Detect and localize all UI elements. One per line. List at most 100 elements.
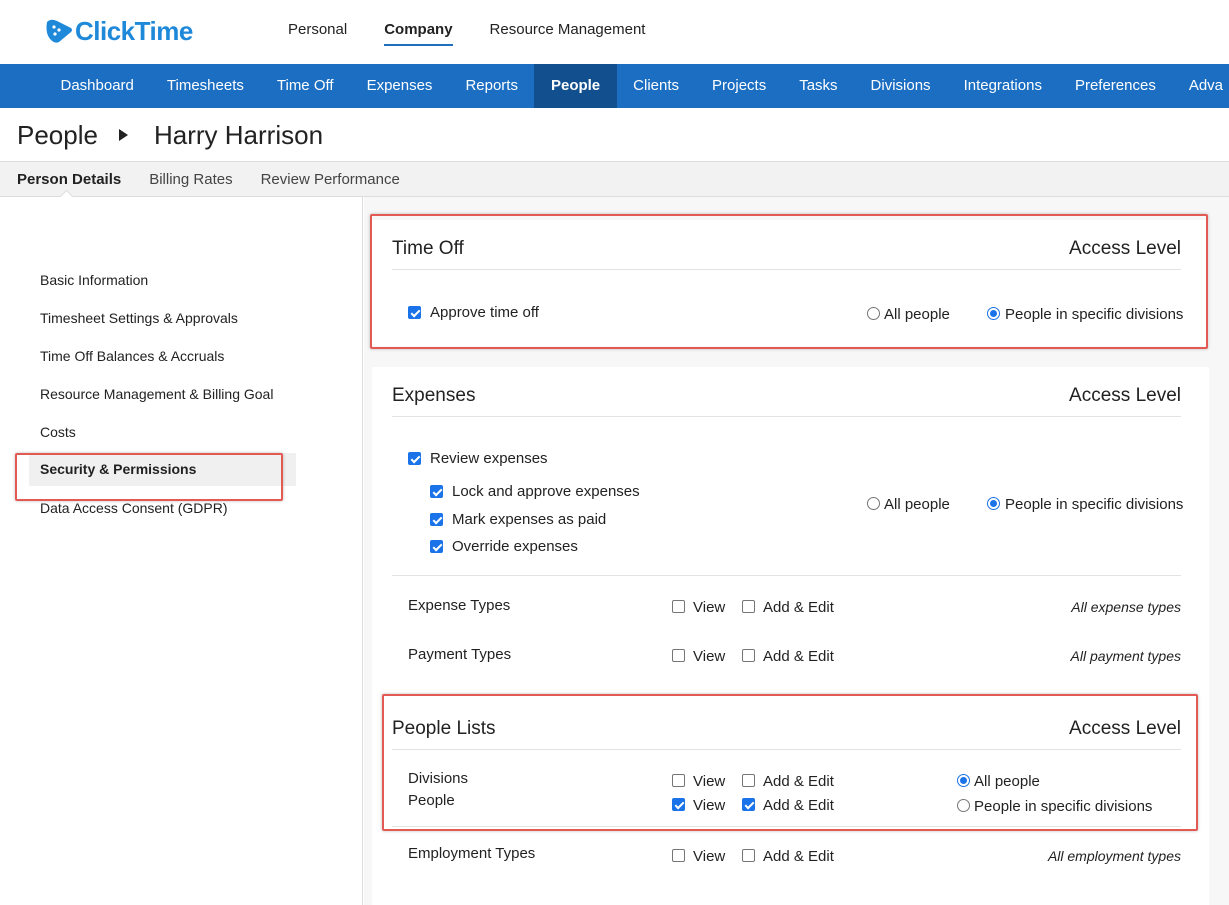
divider <box>392 575 1181 576</box>
expenses-specific-divisions-radio[interactable] <box>987 497 1000 510</box>
tab-person-details[interactable]: Person Details <box>17 162 121 196</box>
page-title-bar: People Harry Harrison <box>0 108 1229 162</box>
approve-time-off-checkbox[interactable] <box>408 306 421 319</box>
employment-types-scope: All employment types <box>1047 848 1181 864</box>
nav-preferences[interactable]: Preferences <box>1058 64 1172 108</box>
employment-types-add-edit-checkbox[interactable] <box>742 849 755 862</box>
top-nav-personal[interactable]: Personal <box>288 0 347 64</box>
logo-icon <box>46 19 72 43</box>
access-level-label: Access Level <box>1069 238 1181 259</box>
divisions-add-edit-checkbox[interactable] <box>742 774 755 787</box>
mark-paid-label: Mark expenses as paid <box>452 511 607 528</box>
expense-types-scope: All expense types <box>1071 599 1181 615</box>
access-level-label: Access Level <box>1069 385 1181 406</box>
divisions-view-checkbox[interactable] <box>672 774 685 787</box>
people-lists-title: People Lists <box>392 718 496 739</box>
divisions-label: Divisions <box>408 770 469 787</box>
review-expenses-label: Review expenses <box>430 450 548 467</box>
time-off-specific-divisions-radio[interactable] <box>987 307 1000 320</box>
payment-types-scope: All payment types <box>1070 648 1182 664</box>
employment-types-add-edit-label: Add & Edit <box>763 848 834 865</box>
nav-clients[interactable]: Clients <box>617 64 696 108</box>
people-label: People <box>408 792 455 809</box>
section-header: Time Off Access Level <box>392 220 1181 270</box>
mark-paid-checkbox[interactable] <box>430 513 443 526</box>
expense-types-add-edit-checkbox[interactable] <box>742 600 755 613</box>
expense-types-view-checkbox[interactable] <box>672 600 685 613</box>
nav-dashboard[interactable]: Dashboard <box>44 64 150 108</box>
employment-types-view-label: View <box>693 848 726 865</box>
nav-projects[interactable]: Projects <box>696 64 783 108</box>
people-add-edit-checkbox[interactable] <box>742 798 755 811</box>
expenses-all-people-radio[interactable] <box>867 497 880 510</box>
nav-reports[interactable]: Reports <box>449 64 535 108</box>
sidebar-item-timesheet-settings[interactable]: Timesheet Settings & Approvals <box>40 310 238 326</box>
nav-advanced[interactable]: Adva <box>1172 64 1229 108</box>
sidebar-item-basic-information[interactable]: Basic Information <box>40 272 148 288</box>
payment-types-view-checkbox[interactable] <box>672 649 685 662</box>
payment-types-view-label: View <box>693 648 726 665</box>
people-view-checkbox[interactable] <box>672 798 685 811</box>
top-nav: Personal Company Resource Management <box>288 0 682 64</box>
main-content: Time Off Access Level Approve time off A… <box>364 197 1229 905</box>
review-expenses-checkbox[interactable] <box>408 452 421 465</box>
sidebar-item-security-permissions[interactable]: Security & Permissions <box>29 453 296 486</box>
main-nav: Dashboard Timesheets Time Off Expenses R… <box>0 64 1229 108</box>
time-off-section: Time Off Access Level Approve time off A… <box>372 220 1209 346</box>
nav-people[interactable]: People <box>534 64 617 108</box>
top-header: ClickTime Personal Company Resource Mana… <box>0 0 1229 64</box>
section-header: Expenses Access Level <box>392 367 1181 417</box>
section-title: Time Off <box>392 238 464 259</box>
employment-types-view-checkbox[interactable] <box>672 849 685 862</box>
page-title: Harry Harrison <box>154 120 324 150</box>
payment-types-add-edit-label: Add & Edit <box>763 648 834 665</box>
nav-divisions[interactable]: Divisions <box>854 64 947 108</box>
top-nav-company[interactable]: Company <box>384 0 453 64</box>
divisions-view-label: View <box>693 773 726 790</box>
section-title: Expenses <box>392 385 476 406</box>
time-off-all-people-radio[interactable] <box>867 307 880 320</box>
time-off-all-people-label: All people <box>884 306 950 323</box>
expense-types-add-edit-label: Add & Edit <box>763 599 834 616</box>
expense-types-label: Expense Types <box>408 597 511 614</box>
override-expenses-checkbox[interactable] <box>430 540 443 553</box>
breadcrumb-people[interactable]: People <box>17 120 98 151</box>
people-lists-all-people-radio[interactable] <box>957 774 970 787</box>
approve-time-off-label: Approve time off <box>430 304 539 321</box>
expense-types-view-label: View <box>693 599 726 616</box>
employment-types-label: Employment Types <box>408 845 536 862</box>
sub-tabs: Person Details Billing Rates Review Perf… <box>0 162 1229 197</box>
nav-expenses[interactable]: Expenses <box>350 64 449 108</box>
expenses-section: Expenses Access Level Review expenses Lo… <box>372 367 1209 905</box>
sidebar-item-resource-management[interactable]: Resource Management & Billing Goal <box>40 386 273 402</box>
nav-integrations[interactable]: Integrations <box>947 64 1058 108</box>
expenses-all-people-label: All people <box>884 496 950 513</box>
top-nav-resource-management[interactable]: Resource Management <box>490 0 646 64</box>
nav-tasks[interactable]: Tasks <box>783 64 854 108</box>
clicktime-logo[interactable]: ClickTime <box>45 16 193 46</box>
sidebar-item-costs[interactable]: Costs <box>40 424 76 440</box>
tab-review-performance[interactable]: Review Performance <box>261 162 400 196</box>
sidebar: Basic Information Timesheet Settings & A… <box>0 197 363 905</box>
sidebar-item-data-access-consent[interactable]: Data Access Consent (GDPR) <box>40 500 228 516</box>
access-level-label: Access Level <box>1069 718 1181 739</box>
payment-types-label: Payment Types <box>408 646 512 663</box>
payment-types-add-edit-checkbox[interactable] <box>742 649 755 662</box>
tab-billing-rates[interactable]: Billing Rates <box>149 162 232 196</box>
divider <box>392 826 1181 827</box>
breadcrumb-arrow-icon <box>119 129 128 141</box>
nav-time-off[interactable]: Time Off <box>260 64 350 108</box>
divisions-add-edit-label: Add & Edit <box>763 773 834 790</box>
lock-approve-expenses-label: Lock and approve expenses <box>452 483 640 500</box>
people-lists-header: People Lists Access Level <box>392 700 1181 750</box>
people-lists-specific-divisions-radio[interactable] <box>957 799 970 812</box>
sidebar-item-time-off-balances[interactable]: Time Off Balances & Accruals <box>40 348 224 364</box>
nav-timesheets[interactable]: Timesheets <box>150 64 260 108</box>
time-off-specific-divisions-label: People in specific divisions <box>1005 306 1184 323</box>
people-lists-specific-divisions-label: People in specific divisions <box>974 798 1153 815</box>
expenses-specific-divisions-label: People in specific divisions <box>1005 496 1184 513</box>
people-view-label: View <box>693 797 726 814</box>
lock-approve-expenses-checkbox[interactable] <box>430 485 443 498</box>
override-expenses-label: Override expenses <box>452 538 578 555</box>
people-add-edit-label: Add & Edit <box>763 797 834 814</box>
